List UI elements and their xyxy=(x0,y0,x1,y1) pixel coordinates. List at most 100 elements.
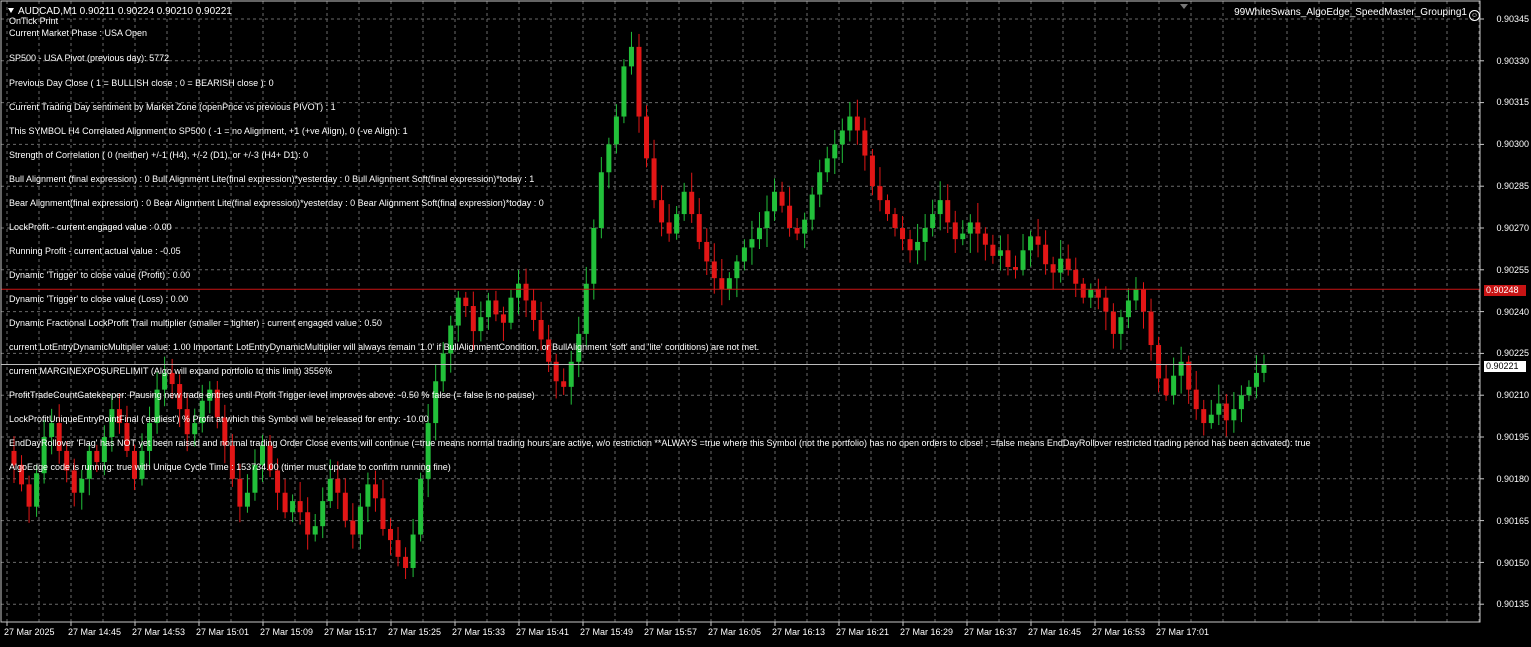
bear-candle xyxy=(395,540,401,557)
bear-candle xyxy=(1156,345,1162,379)
bull-candle xyxy=(244,492,250,507)
bull-candle xyxy=(915,241,921,251)
bull-candle xyxy=(613,116,619,145)
bull-candle xyxy=(410,534,416,568)
bull-candle xyxy=(809,194,815,220)
bull-candle xyxy=(109,409,115,437)
bear-candle xyxy=(892,214,898,228)
bull-candle xyxy=(591,228,597,284)
bear-candle xyxy=(297,501,303,513)
bear-candle xyxy=(214,389,220,418)
bear-candle xyxy=(267,445,273,471)
bull-candle xyxy=(312,526,318,535)
bear-candle xyxy=(884,200,890,215)
bear-candle xyxy=(169,372,175,385)
bear-candle xyxy=(237,478,243,507)
bull-candle xyxy=(252,464,258,493)
bear-candle xyxy=(659,200,665,223)
dropdown-arrow-icon[interactable] xyxy=(8,8,14,13)
bear-candle xyxy=(229,445,235,479)
bull-candle xyxy=(1171,375,1177,396)
bear-candle xyxy=(1110,311,1116,334)
bull-candle xyxy=(764,211,770,228)
bull-candle xyxy=(327,478,333,502)
bear-candle xyxy=(335,478,341,493)
bull-candle xyxy=(41,437,47,474)
bull-candle xyxy=(1133,289,1139,301)
bear-candle xyxy=(1193,389,1199,410)
symbol-header[interactable]: AUDCAD,M1 0.90211 0.90224 0.90210 0.9022… xyxy=(8,6,232,17)
smiley-icon[interactable]: ☺ xyxy=(1469,10,1480,21)
ea-name: 99WhiteSwans_AlgoEdge_SpeedMaster_Groupi… xyxy=(1234,7,1467,18)
bear-candle xyxy=(945,200,951,223)
candlestick-chart[interactable] xyxy=(0,0,1531,647)
symbol-line: AUDCAD,M1 0.90211 0.90224 0.90210 0.9022… xyxy=(18,6,232,17)
bull-candle xyxy=(839,130,845,145)
bull-candle xyxy=(448,325,454,354)
bull-candle xyxy=(478,317,484,332)
bear-candle xyxy=(222,417,228,446)
bear-candle xyxy=(779,191,785,206)
bull-candle xyxy=(621,66,627,117)
bull-candle xyxy=(606,144,612,173)
bull-candle xyxy=(455,297,461,326)
bear-candle xyxy=(1050,264,1056,273)
bull-candle xyxy=(86,450,92,479)
bull-candle xyxy=(1125,300,1131,318)
bull-candle xyxy=(357,506,363,535)
bull-candle xyxy=(674,214,680,234)
bear-candle xyxy=(854,116,860,131)
bear-candle xyxy=(990,244,996,256)
bull-candle xyxy=(1253,372,1259,387)
bull-candle xyxy=(154,389,160,424)
bear-candle xyxy=(1163,378,1169,396)
bear-candle xyxy=(388,528,393,541)
bear-candle xyxy=(651,158,657,201)
bull-candle xyxy=(598,172,604,228)
bear-candle xyxy=(56,423,62,451)
bull-candle xyxy=(101,437,107,463)
bull-candle xyxy=(802,219,808,234)
bear-candle xyxy=(11,450,17,465)
bull-candle xyxy=(259,445,265,465)
bear-candle xyxy=(470,306,476,332)
bear-candle xyxy=(1005,250,1011,268)
bull-candle xyxy=(1231,409,1237,421)
bear-candle xyxy=(116,409,122,424)
bull-candle xyxy=(568,361,574,387)
bull-candle xyxy=(207,389,213,401)
bull-candle xyxy=(583,283,589,334)
bear-candle xyxy=(184,409,190,435)
bear-candle xyxy=(523,283,529,301)
bull-candle xyxy=(1088,289,1094,298)
expert-advisor-label[interactable]: 99WhiteSwans_AlgoEdge_SpeedMaster_Groupi… xyxy=(1234,7,1480,21)
bear-candle xyxy=(64,450,70,471)
bull-candle xyxy=(139,450,145,479)
bull-candle xyxy=(1058,258,1064,273)
bull-candle xyxy=(79,478,85,493)
bull-candle xyxy=(749,239,755,248)
bull-candle xyxy=(1261,364,1267,373)
bear-candle xyxy=(493,300,499,315)
bear-candle xyxy=(1103,297,1109,312)
bull-candle xyxy=(147,423,153,451)
bear-candle xyxy=(1148,311,1154,346)
bear-candle xyxy=(124,423,130,451)
bull-candle xyxy=(922,228,928,242)
bull-candle xyxy=(772,191,778,212)
bear-candle xyxy=(1080,283,1086,298)
bear-candle xyxy=(275,470,281,493)
bull-candle xyxy=(1118,317,1124,334)
bear-candle xyxy=(561,381,567,387)
bull-candle xyxy=(320,501,326,527)
bull-candle xyxy=(817,172,823,195)
bear-candle xyxy=(94,450,100,463)
bull-candle xyxy=(34,473,40,507)
bull-candle xyxy=(997,250,1003,256)
bear-candle xyxy=(1043,244,1049,265)
bull-candle xyxy=(49,423,55,437)
bear-candle xyxy=(869,155,875,187)
bull-candle xyxy=(440,353,446,382)
bull-candle xyxy=(516,283,522,298)
bull-candle xyxy=(681,191,687,215)
